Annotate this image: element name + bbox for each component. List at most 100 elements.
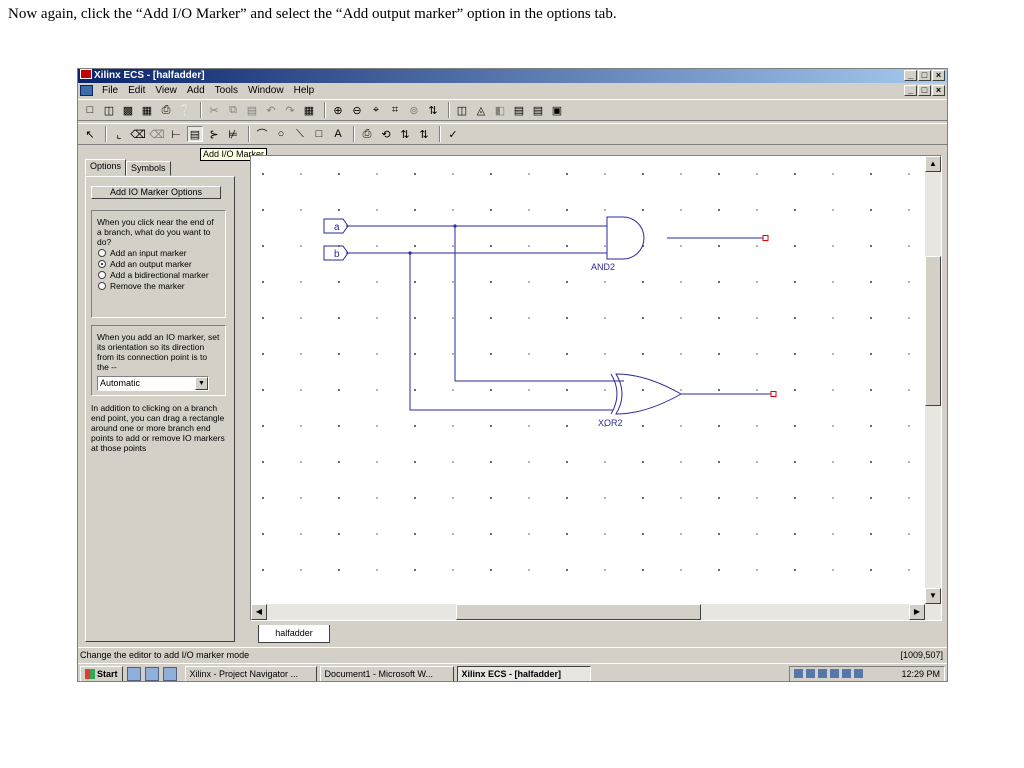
clock[interactable]: 12:29 PM xyxy=(901,669,940,679)
sheet-tab-halfadder[interactable]: halfadder xyxy=(258,625,330,643)
zoom-full-icon[interactable]: ⌖ xyxy=(368,102,384,118)
schematic-canvas[interactable]: a b AND2 XOR2 ▲ ▼ ◀ ▶ xyxy=(250,155,942,621)
mirror-icon[interactable]: ⇅ xyxy=(397,126,413,142)
task-word-document[interactable]: Document1 - Microsoft W... xyxy=(319,665,454,681)
tab-options[interactable]: Options xyxy=(85,159,127,176)
and-output-endpoint[interactable] xyxy=(762,235,769,241)
start-button[interactable]: Start xyxy=(80,665,123,681)
swap-icon[interactable]: ⇅ xyxy=(416,126,432,142)
circle-icon[interactable]: ○ xyxy=(273,126,289,142)
zoom-to-box-icon[interactable]: ⌗ xyxy=(387,102,403,118)
radio-button[interactable] xyxy=(98,271,106,279)
scroll-right-icon[interactable]: ▶ xyxy=(909,604,925,620)
horizontal-scroll-thumb[interactable] xyxy=(456,604,701,620)
radio-button-selected[interactable] xyxy=(98,260,106,268)
split-icon[interactable]: ▤ xyxy=(530,102,546,118)
menu-file[interactable]: File xyxy=(97,85,123,96)
menu-edit[interactable]: Edit xyxy=(123,85,150,96)
doc-close-button[interactable]: × xyxy=(932,85,945,96)
rectangle-icon[interactable]: □ xyxy=(311,126,327,142)
doc-maximize-button[interactable]: □ xyxy=(918,85,931,96)
and2-gate[interactable] xyxy=(606,216,645,260)
help-pointer-icon[interactable]: ❔ xyxy=(177,102,193,118)
options-header-button[interactable]: Add IO Marker Options xyxy=(91,186,221,199)
antivirus-icon[interactable] xyxy=(806,669,815,678)
save-all-icon[interactable]: ▦ xyxy=(139,102,155,118)
add-bus-tap-icon[interactable]: ⊢ xyxy=(168,126,184,142)
vertical-scrollbar[interactable]: ▲ ▼ xyxy=(925,156,941,620)
wire-b-branch[interactable] xyxy=(409,253,613,411)
rename-icon[interactable]: ⌫ xyxy=(149,126,165,142)
close-button[interactable]: × xyxy=(932,70,945,81)
new-icon[interactable]: □ xyxy=(82,102,98,118)
line-icon[interactable]: ⟍ xyxy=(292,126,308,142)
orientation-select[interactable]: Automatic ▼ xyxy=(97,376,209,391)
task-project-navigator[interactable]: Xilinx - Project Navigator ... xyxy=(184,665,317,681)
io-tray-icon[interactable] xyxy=(842,669,851,678)
zoom-selected-icon[interactable]: ⊚ xyxy=(406,102,422,118)
push-icon[interactable]: ◬ xyxy=(473,102,489,118)
add-io-marker-icon[interactable]: ▤ xyxy=(187,126,203,142)
document-icon[interactable] xyxy=(80,85,93,96)
radio-button[interactable] xyxy=(98,282,106,290)
doc-minimize-button[interactable]: _ xyxy=(904,85,917,96)
xor2-gate[interactable] xyxy=(615,373,683,415)
open-icon[interactable]: ◫ xyxy=(101,102,117,118)
menu-view[interactable]: View xyxy=(150,85,182,96)
radio-add-bidirectional[interactable]: Add a bidirectional marker xyxy=(97,270,220,280)
tile-icon[interactable]: ▤ xyxy=(511,102,527,118)
scroll-up-icon[interactable]: ▲ xyxy=(925,156,941,172)
task-xilinx-ecs[interactable]: Xilinx ECS - [halfadder] xyxy=(456,665,591,681)
redo-icon[interactable]: ↷ xyxy=(282,102,298,118)
find-icon[interactable]: ▦ xyxy=(301,102,317,118)
printer-icon[interactable] xyxy=(854,669,863,678)
radio-remove-marker[interactable]: Remove the marker xyxy=(97,281,220,291)
tools-icon[interactable] xyxy=(818,669,827,678)
add-symbol-icon[interactable]: ⊱ xyxy=(206,126,222,142)
horizontal-scrollbar[interactable]: ◀ ▶ xyxy=(251,604,925,620)
menu-window[interactable]: Window xyxy=(243,85,289,96)
add-instance-icon[interactable]: ⊭ xyxy=(225,126,241,142)
attribute-icon[interactable]: ⎙ xyxy=(359,126,375,142)
minimize-button[interactable]: _ xyxy=(904,70,917,81)
radio-button[interactable] xyxy=(98,249,106,257)
zoom-in-icon[interactable]: ⊕ xyxy=(330,102,346,118)
menu-add[interactable]: Add xyxy=(182,85,210,96)
paste-icon[interactable]: ▤ xyxy=(244,102,260,118)
refresh-icon[interactable]: ⇅ xyxy=(425,102,441,118)
select-arrow-icon[interactable]: ↖ xyxy=(82,126,98,142)
zoom-out-icon[interactable]: ⊖ xyxy=(349,102,365,118)
scroll-left-icon[interactable]: ◀ xyxy=(251,604,267,620)
radio-add-output[interactable]: Add an output marker xyxy=(97,259,220,269)
outlook-icon[interactable] xyxy=(162,666,177,681)
wire-a-branch[interactable] xyxy=(454,226,624,382)
window-icon[interactable]: ▣ xyxy=(549,102,565,118)
radio-add-input[interactable]: Add an input marker xyxy=(97,248,220,258)
connection-icon[interactable] xyxy=(830,669,839,678)
print-icon[interactable]: ⎙ xyxy=(158,102,174,118)
vertical-scroll-thumb[interactable] xyxy=(925,256,941,406)
menu-help[interactable]: Help xyxy=(289,85,320,96)
xor-output-endpoint[interactable] xyxy=(770,391,777,397)
scroll-down-icon[interactable]: ▼ xyxy=(925,588,941,604)
text-icon[interactable]: A xyxy=(330,126,346,142)
schematic-drawing[interactable]: a b AND2 XOR2 xyxy=(251,156,925,604)
arc-icon[interactable]: ⌒ xyxy=(254,126,270,142)
undo-icon[interactable]: ↶ xyxy=(263,102,279,118)
network-icon[interactable] xyxy=(794,669,803,678)
maximize-button[interactable]: □ xyxy=(918,70,931,81)
show-desktop-icon[interactable] xyxy=(126,666,141,681)
hierarchy-icon[interactable]: ◫ xyxy=(454,102,470,118)
pop-icon[interactable]: ◧ xyxy=(492,102,508,118)
internet-explorer-icon[interactable] xyxy=(144,666,159,681)
rotate-icon[interactable]: ⟲ xyxy=(378,126,394,142)
tab-symbols[interactable]: Symbols xyxy=(126,161,171,176)
chevron-down-icon[interactable]: ▼ xyxy=(195,377,208,390)
add-net-name-icon[interactable]: ⌫ xyxy=(130,126,146,142)
title-bar[interactable]: Xilinx ECS - [halfadder] _ □ × xyxy=(78,69,947,83)
copy-icon[interactable]: ⧉ xyxy=(225,102,241,118)
check-icon[interactable]: ✓ xyxy=(445,126,461,142)
save-icon[interactable]: ▩ xyxy=(120,102,136,118)
cut-icon[interactable]: ✂ xyxy=(206,102,222,118)
add-wire-icon[interactable]: ⌞ xyxy=(111,126,127,142)
